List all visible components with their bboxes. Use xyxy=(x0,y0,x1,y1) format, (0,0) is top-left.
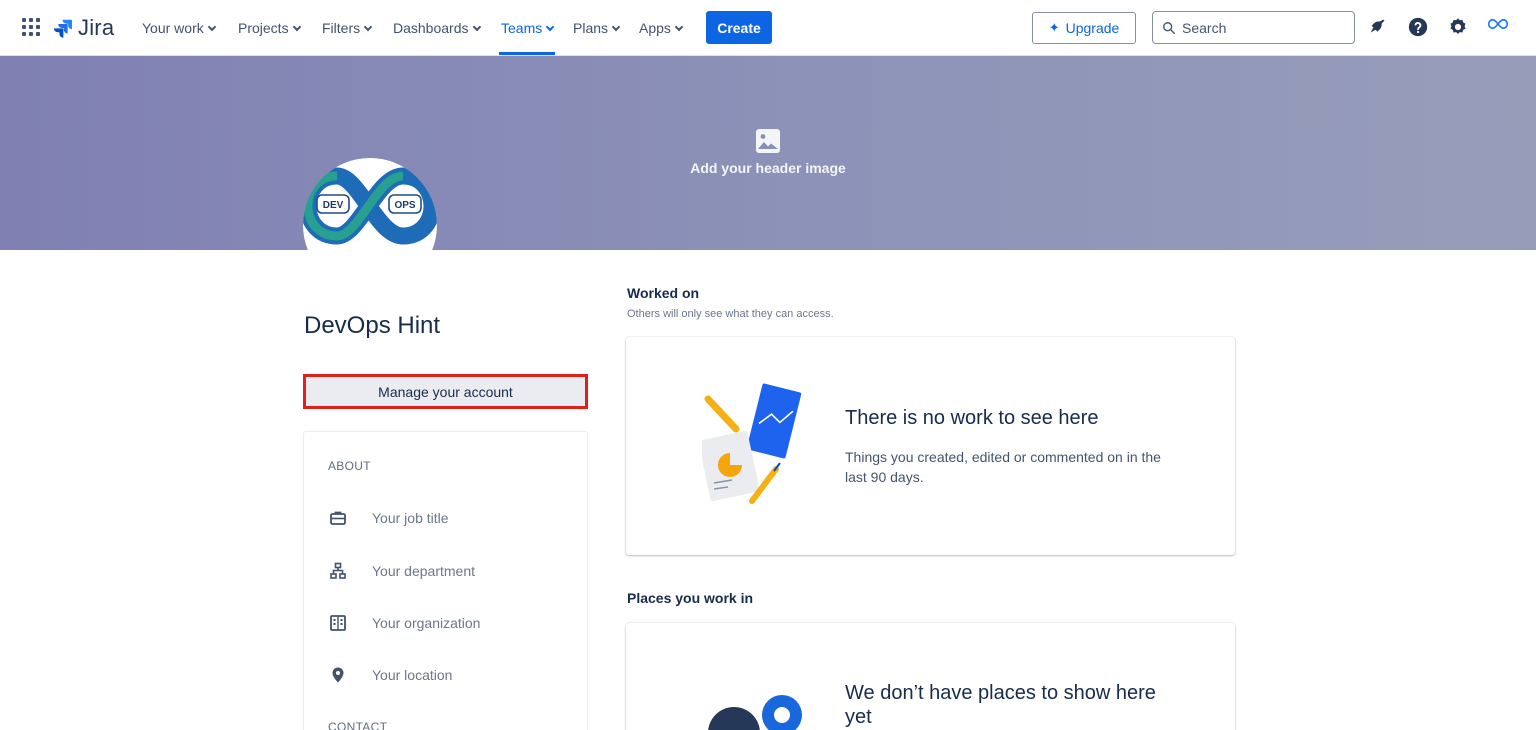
about-heading: ABOUT xyxy=(328,459,371,473)
places-title: Places you work in xyxy=(627,590,754,606)
about-department[interactable]: Your department xyxy=(328,559,475,583)
chevron-down-icon xyxy=(674,22,684,32)
about-row-label: Your organization xyxy=(372,615,481,631)
search-input[interactable] xyxy=(1182,19,1342,36)
org-chart-icon xyxy=(330,562,346,579)
about-row-label: Your department xyxy=(372,563,475,579)
places-empty-title: We don’t have places to show here yet xyxy=(845,682,1156,728)
search-field[interactable] xyxy=(1152,11,1355,44)
nav-dashboards[interactable]: Dashboards xyxy=(393,18,481,38)
help-icon[interactable] xyxy=(1407,16,1429,38)
profile-avatar-icon[interactable] xyxy=(1487,13,1509,35)
profile-avatar[interactable]: DEV OPS xyxy=(303,158,437,292)
upgrade-button[interactable]: ✦ Upgrade xyxy=(1032,12,1136,44)
nav-label: Projects xyxy=(238,20,289,36)
profile-name: DevOps Hint xyxy=(304,312,441,339)
nav-label: Dashboards xyxy=(393,20,469,36)
svg-text:OPS: OPS xyxy=(394,200,415,211)
no-work-illustration xyxy=(702,383,802,504)
app-switcher-icon[interactable] xyxy=(22,18,40,36)
worked-on-empty-title: There is no work to see here xyxy=(845,407,1099,429)
upgrade-label: Upgrade xyxy=(1065,20,1120,36)
search-icon xyxy=(1163,21,1175,34)
logo-text: Jira xyxy=(78,15,115,40)
contact-heading: CONTACT xyxy=(328,720,388,730)
nav-teams[interactable]: Teams xyxy=(501,18,555,38)
about-row-label: Your location xyxy=(372,667,453,683)
building-icon xyxy=(330,615,346,631)
nav-apps[interactable]: Apps xyxy=(639,18,684,38)
chevron-down-icon xyxy=(207,22,216,32)
nav-filters[interactable]: Filters xyxy=(322,18,373,38)
worked-on-title: Worked on xyxy=(627,285,700,301)
chevron-down-icon xyxy=(292,22,301,32)
nav-projects[interactable]: Projects xyxy=(238,18,301,38)
devops-infinity-logo: DEV OPS xyxy=(303,167,437,245)
worked-on-empty-card: There is no work to see here Things you … xyxy=(626,337,1235,555)
sparkle-icon: ✦ xyxy=(1048,20,1060,35)
nav-label: Apps xyxy=(639,20,671,36)
chevron-down-icon xyxy=(472,22,481,32)
nav-label: Filters xyxy=(322,20,361,36)
location-pin-icon xyxy=(332,667,344,683)
worked-on-empty-desc: Things you created, edited or commented … xyxy=(845,449,1161,485)
manage-account-button[interactable]: Manage your account xyxy=(303,374,588,409)
about-card: ABOUT Your job title Your department You… xyxy=(303,431,588,730)
svg-text:DEV: DEV xyxy=(323,200,344,211)
nav-label: Teams xyxy=(501,20,543,36)
nav-label: Your work xyxy=(142,20,204,36)
add-header-image-button[interactable]: Add your header image xyxy=(668,128,868,176)
add-header-image-label: Add your header image xyxy=(690,160,846,176)
chevron-down-icon xyxy=(363,22,373,32)
about-organization[interactable]: Your organization xyxy=(328,611,480,635)
top-navigation: Jira Your work Projects Filters Dashboar… xyxy=(0,0,1536,56)
settings-icon[interactable] xyxy=(1447,16,1469,38)
nav-your-work[interactable]: Your work xyxy=(142,18,216,38)
about-location[interactable]: Your location xyxy=(328,663,452,687)
jira-logo-icon xyxy=(53,19,72,38)
places-empty-card: We don’t have places to show here yet xyxy=(626,623,1235,730)
briefcase-icon xyxy=(330,511,346,525)
nav-label: Plans xyxy=(573,20,609,36)
chevron-down-icon xyxy=(545,22,555,32)
no-places-illustration xyxy=(708,695,802,730)
about-job-title[interactable]: Your job title xyxy=(328,506,449,530)
chevron-down-icon xyxy=(611,22,621,32)
worked-on-subtitle: Others will only see what they can acces… xyxy=(627,308,834,320)
create-button[interactable]: Create xyxy=(706,11,772,44)
jira-logo[interactable]: Jira xyxy=(52,14,114,42)
notifications-icon[interactable] xyxy=(1367,16,1389,38)
image-icon xyxy=(756,129,780,153)
nav-plans[interactable]: Plans xyxy=(573,18,621,38)
about-row-label: Your job title xyxy=(372,510,449,526)
active-tab-indicator xyxy=(499,52,555,55)
